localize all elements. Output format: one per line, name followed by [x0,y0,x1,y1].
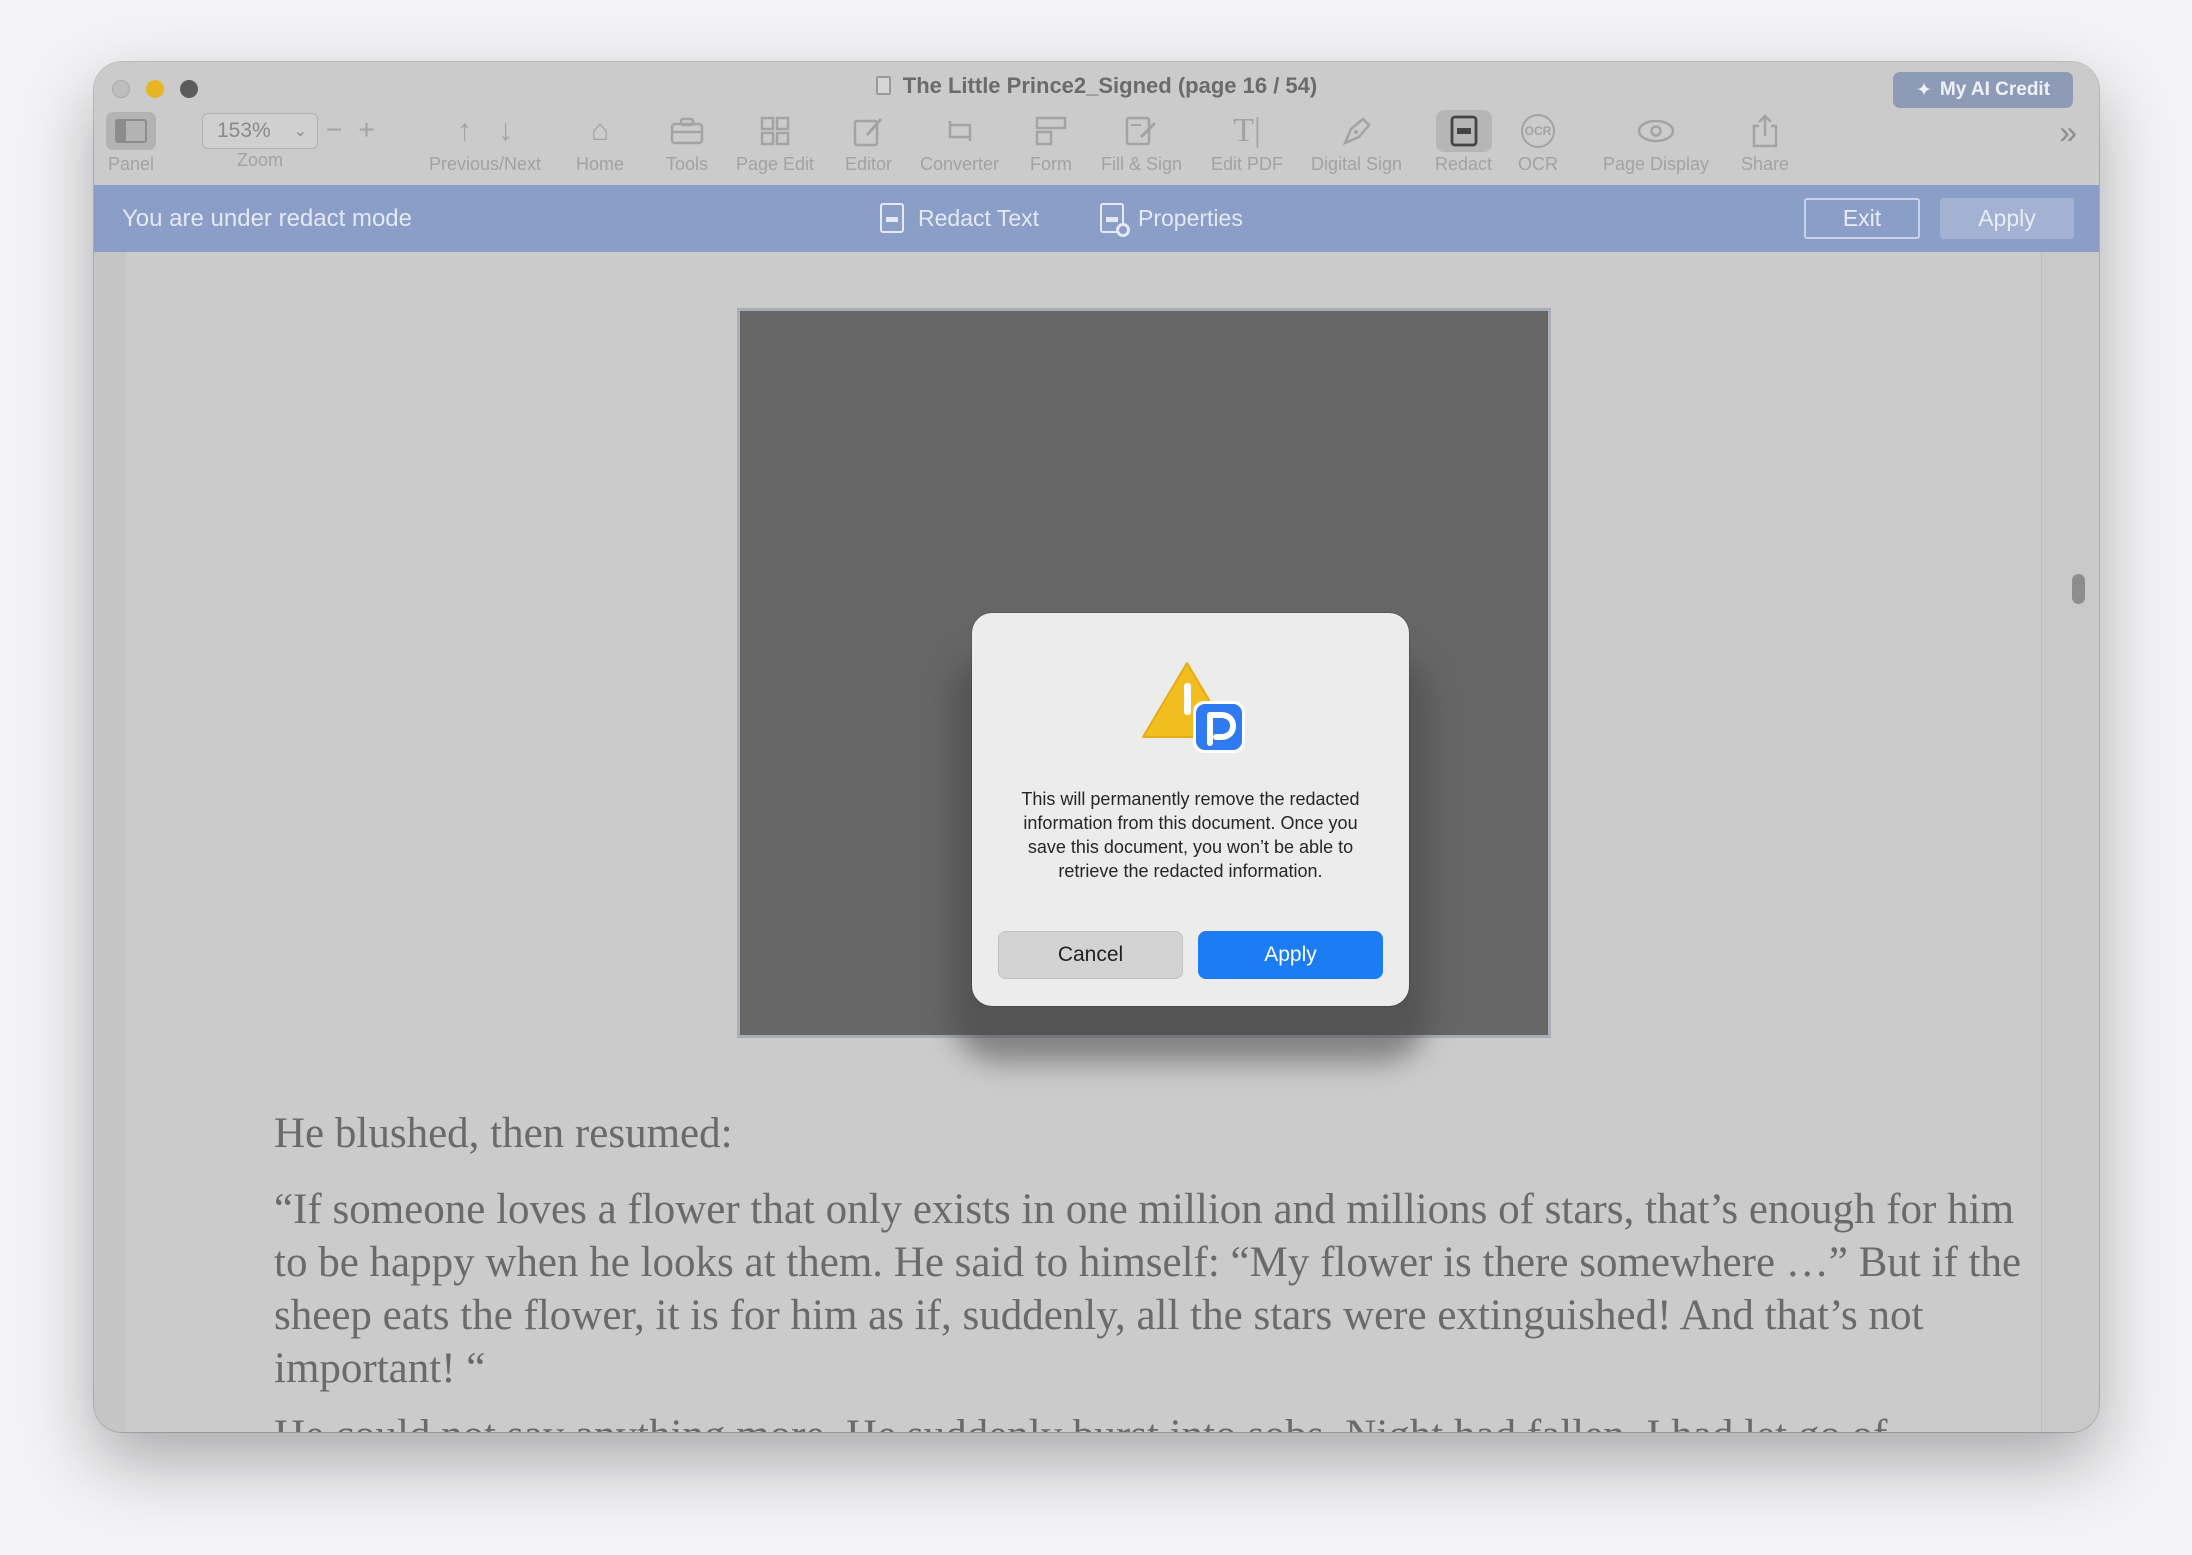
fill-sign-icon [1125,106,1159,156]
toolbar-home[interactable]: ⌂ Home [576,106,624,175]
redact-text-icon [880,203,904,233]
convert-icon [944,106,976,156]
dialog-apply-button[interactable]: Apply [1198,931,1383,979]
toolbar-zoom: 153% ⌄ Zoom [202,106,318,171]
ocr-icon: OCR [1521,106,1555,156]
toolbar-ocr-label: OCR [1518,154,1558,174]
toolbox-icon [670,106,704,156]
toolbar-converter-label: Converter [920,154,1000,174]
toolbar-converter[interactable]: Converter [920,106,999,175]
toolbar-redact[interactable]: Redact [1435,106,1492,175]
properties-icon [1100,203,1130,237]
sparkle-icon: ✦ [1915,79,1932,101]
toolbar-editor-label: Editor [845,154,893,174]
redact-mode-bar: You are under redact mode Redact Text Pr… [94,185,2099,252]
toolbar-home-label: Home [576,154,625,174]
toolbar-tools[interactable]: Tools [666,106,708,175]
toolbar-page-display-label: Page Display [1603,154,1710,174]
zoom-out-button[interactable]: − [326,114,358,145]
exit-redact-button[interactable]: Exit [1804,198,1920,239]
window-chrome: The Little Prince2_Signed (page 16 / 54)… [94,62,2099,185]
arrow-up-icon[interactable]: ↑ [457,114,472,148]
toolbar-panel-label: Panel [107,154,155,174]
paragraph-3: He could not say anything more. He sudde… [274,1409,2044,1432]
scrollbar-thumb[interactable] [2072,574,2085,604]
toolbar-fill-sign[interactable]: Fill & Sign [1101,106,1182,175]
toolbar-previous-next-label: Previous/Next [429,154,542,174]
app-window: The Little Prince2_Signed (page 16 / 54)… [94,62,2099,1432]
toolbar-redact-label: Redact [1435,154,1493,174]
ai-credit-label: My AI Credit [1939,79,2051,100]
sidebar-panel-icon [106,112,156,150]
toolbar-ocr[interactable]: OCR OCR [1518,106,1558,175]
redact-mode-message: You are under redact mode [122,205,412,232]
toolbar-edit-pdf[interactable]: T| Edit PDF [1211,106,1283,175]
home-icon: ⌂ [590,114,610,147]
ocr-glyph: OCR [1521,114,1555,148]
zoom-controls: −+ [326,114,391,146]
toolbar-edit-pdf-label: Edit PDF [1211,154,1284,174]
dialog-cancel-button[interactable]: Cancel [998,931,1183,979]
pen-nib-icon [1341,106,1373,156]
chevron-down-icon: ⌄ [293,123,307,140]
toolbar-panel[interactable]: Panel [106,106,156,175]
redact-text-label: Redact Text [918,204,1040,231]
toolbar-previous-next: ↑ ↓ Previous/Next [429,106,541,175]
toolbar-page-edit-label: Page Edit [736,154,815,174]
toolbar-page-display[interactable]: Page Display [1603,106,1709,175]
toolbar-share[interactable]: Share [1741,106,1789,175]
redact-confirm-dialog: This will permanently remove the redacte… [972,613,1409,1006]
ai-credit-button[interactable]: ✦ My AI Credit [1893,72,2073,108]
toolbar-page-edit[interactable]: Page Edit [736,106,814,175]
properties-button[interactable]: Properties [1100,203,1243,237]
page-text: He blushed, then resumed: “If someone lo… [274,1107,2044,1432]
share-icon [1750,106,1780,156]
window-title-text: The Little Prince2_Signed (page 16 / 54) [902,73,1318,98]
eye-icon [1637,106,1675,156]
dialog-message: This will permanently remove the redacte… [1021,789,1360,881]
toolbar-tools-label: Tools [666,154,709,174]
properties-label: Properties [1138,204,1243,231]
vertical-scrollbar[interactable] [2041,252,2099,1432]
toolbar-digital-sign-label: Digital Sign [1311,154,1403,174]
toolbar-zoom-label: Zoom [236,150,283,170]
edit-pencil-icon [853,106,885,156]
document-icon [875,76,891,95]
text-tool-icon: T| [1233,112,1261,149]
apply-redact-button[interactable]: Apply [1940,198,2074,239]
toolbar-overflow-icon[interactable]: » [2059,114,2077,151]
toolbar-share-label: Share [1741,154,1790,174]
toolbar-fill-sign-label: Fill & Sign [1101,154,1183,174]
window-title: The Little Prince2_Signed (page 16 / 54) [94,73,2099,99]
zoom-in-button[interactable]: + [358,114,390,145]
redact-icon [1435,110,1492,152]
toolbar-form-label: Form [1030,154,1072,174]
page-grid-icon [760,106,790,156]
warning-app-icon [1142,662,1245,753]
prev-next-icons: ↑ ↓ [457,106,513,156]
form-icon [1035,106,1067,156]
paragraph-2: “If someone loves a flower that only exi… [274,1186,2022,1392]
zoom-value: 153% [217,119,271,142]
toolbar: Panel 153% ⌄ Zoom −+ ↑ ↓ Previous/Next ⌂… [94,106,2099,186]
redact-text-button[interactable]: Redact Text [880,203,1039,233]
zoom-select[interactable]: 153% ⌄ [202,113,318,149]
toolbar-editor[interactable]: Editor [845,106,892,175]
toolbar-form[interactable]: Form [1030,106,1072,175]
paragraph-1: He blushed, then resumed: [274,1110,733,1157]
arrow-down-icon[interactable]: ↓ [498,114,513,148]
toolbar-digital-sign[interactable]: Digital Sign [1311,106,1402,175]
